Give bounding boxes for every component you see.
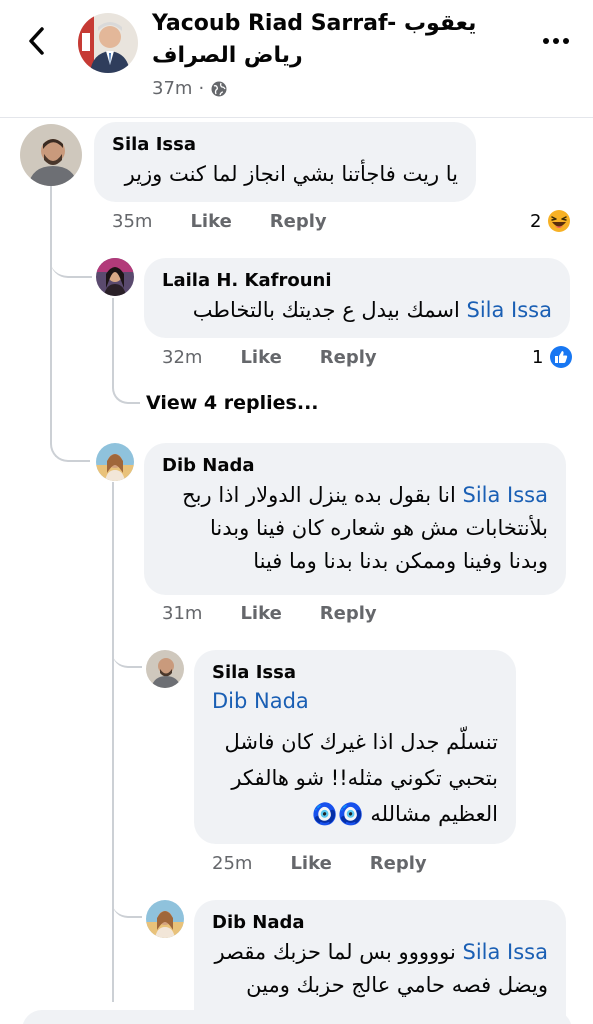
reaction-summary[interactable]: 2 xyxy=(530,209,571,233)
thread-line-reply-3 xyxy=(112,880,142,918)
reaction-count: 2 xyxy=(530,210,542,232)
like-button[interactable]: Like xyxy=(240,603,281,624)
post-time[interactable]: 37m xyxy=(152,78,192,99)
mention-link[interactable]: Sila Issa xyxy=(463,940,549,964)
reply-line: نووووو بس لما حزبك مقصر xyxy=(214,940,456,964)
reply-button[interactable]: Reply xyxy=(320,603,377,624)
globe-icon xyxy=(211,81,227,96)
post-meta: 37m · xyxy=(152,78,228,99)
reply-button[interactable]: Reply xyxy=(370,853,427,874)
reply-button[interactable]: Reply xyxy=(320,347,377,368)
commenter-avatar[interactable] xyxy=(96,258,134,296)
thread-line-reply-2 xyxy=(112,630,142,668)
evil-eye-emoji: 🧿🧿 xyxy=(311,802,364,826)
comment-text: Sila Issa انا بقول بده ينزل الدولار اذا … xyxy=(162,479,548,578)
thread-line-view-replies xyxy=(112,298,140,404)
reply-text: تنسلّم جدل اذا غيرك كان فاشل بتحبي تكوني… xyxy=(212,724,498,832)
comment-line: وبدنا وفينا وممكن بدنا بدنا وما فينا xyxy=(253,549,548,573)
reply-author[interactable]: Sila Issa xyxy=(212,660,498,686)
reply-line: بتحبي تكوني مثله!! شو هالفكر xyxy=(231,766,498,790)
reply-actions: 25m Like Reply xyxy=(212,853,427,874)
comment-time[interactable]: 31m xyxy=(162,603,202,624)
reply-line: العظيم مشالله xyxy=(370,802,498,826)
comment-author[interactable]: Dib Nada xyxy=(162,453,548,479)
back-chevron-icon[interactable] xyxy=(22,24,52,58)
commenter-avatar[interactable] xyxy=(146,900,184,938)
reaction-count: 1 xyxy=(532,346,544,368)
reply-author[interactable]: Laila H. Kafrouni xyxy=(162,268,552,294)
thread-line-main xyxy=(50,186,90,462)
commenter-avatar[interactable] xyxy=(146,650,184,688)
haha-icon xyxy=(548,210,571,232)
thread-line-dib xyxy=(112,482,142,1002)
post-header: Yacoub Riad Sarraf- يعقوب رياض الصراف 37… xyxy=(0,0,593,118)
commenter-avatar[interactable] xyxy=(20,124,82,186)
separator-dot: · xyxy=(198,78,205,99)
comment-bubble: Dib Nada Sila Issa انا بقول بده ينزل الد… xyxy=(144,443,566,595)
thread-line-reply-1 xyxy=(50,240,92,278)
commenter-avatar[interactable] xyxy=(96,443,134,481)
reply-bubble: Laila H. Kafrouni Sila Issa اسمك بيدل ع … xyxy=(144,258,570,338)
reply-line: ويضل فصه حامي عالج حزبك ومين xyxy=(246,973,548,997)
reply-message: اسمك بيدل ع جديتك بالتخاطب xyxy=(192,298,460,322)
mention-link[interactable]: Sila Issa xyxy=(467,298,553,322)
reply-author[interactable]: Dib Nada xyxy=(212,910,548,936)
reaction-summary[interactable]: 1 xyxy=(532,345,573,369)
comment-text: يا ريت فاجأتنا بشي انجاز لما كنت وزير xyxy=(124,162,458,186)
reply-actions: 32m Like Reply xyxy=(162,347,377,368)
like-icon xyxy=(550,346,573,368)
comment-bubble: Sila Issa يا ريت فاجأتنا بشي انجاز لما ك… xyxy=(94,122,476,202)
reply-bubble: Dib Nada Sila Issa نووووو بس لما حزبك مق… xyxy=(194,900,566,1024)
reply-button[interactable]: Reply xyxy=(270,211,327,232)
comment-actions: 35m Like Reply xyxy=(112,211,327,232)
comment-line: انا بقول بده ينزل الدولار اذا ربح xyxy=(182,483,456,507)
like-button[interactable]: Like xyxy=(240,347,281,368)
comment-actions: 31m Like Reply xyxy=(162,603,377,624)
comment-time[interactable]: 35m xyxy=(112,211,152,232)
comment-composer[interactable] xyxy=(22,1010,572,1024)
reply-time[interactable]: 25m xyxy=(212,853,252,874)
mention-link[interactable]: Sila Issa xyxy=(463,483,549,507)
reply-text: Sila Issa نووووو بس لما حزبك مقصر ويضل ف… xyxy=(212,936,548,1002)
mention-link[interactable]: Dib Nada xyxy=(212,686,498,716)
author-avatar[interactable] xyxy=(78,13,138,73)
reply-bubble: Sila Issa Dib Nada تنسلّم جدل اذا غيرك ك… xyxy=(194,650,516,844)
view-replies-link[interactable]: View 4 replies... xyxy=(146,392,319,414)
reply-time[interactable]: 32m xyxy=(162,347,202,368)
reply-line: تنسلّم جدل اذا غيرك كان فاشل xyxy=(224,730,498,754)
post-author-name[interactable]: Yacoub Riad Sarraf- يعقوب رياض الصراف xyxy=(152,8,492,72)
like-button[interactable]: Like xyxy=(190,211,231,232)
reply-text: Sila Issa اسمك بيدل ع جديتك بالتخاطب xyxy=(162,294,552,327)
like-button[interactable]: Like xyxy=(290,853,331,874)
more-options-icon[interactable] xyxy=(541,32,571,50)
comment-author[interactable]: Sila Issa xyxy=(112,132,458,158)
comment-line: بلأنتخابات مش هو شعاره كان فينا وبدنا xyxy=(210,516,548,540)
